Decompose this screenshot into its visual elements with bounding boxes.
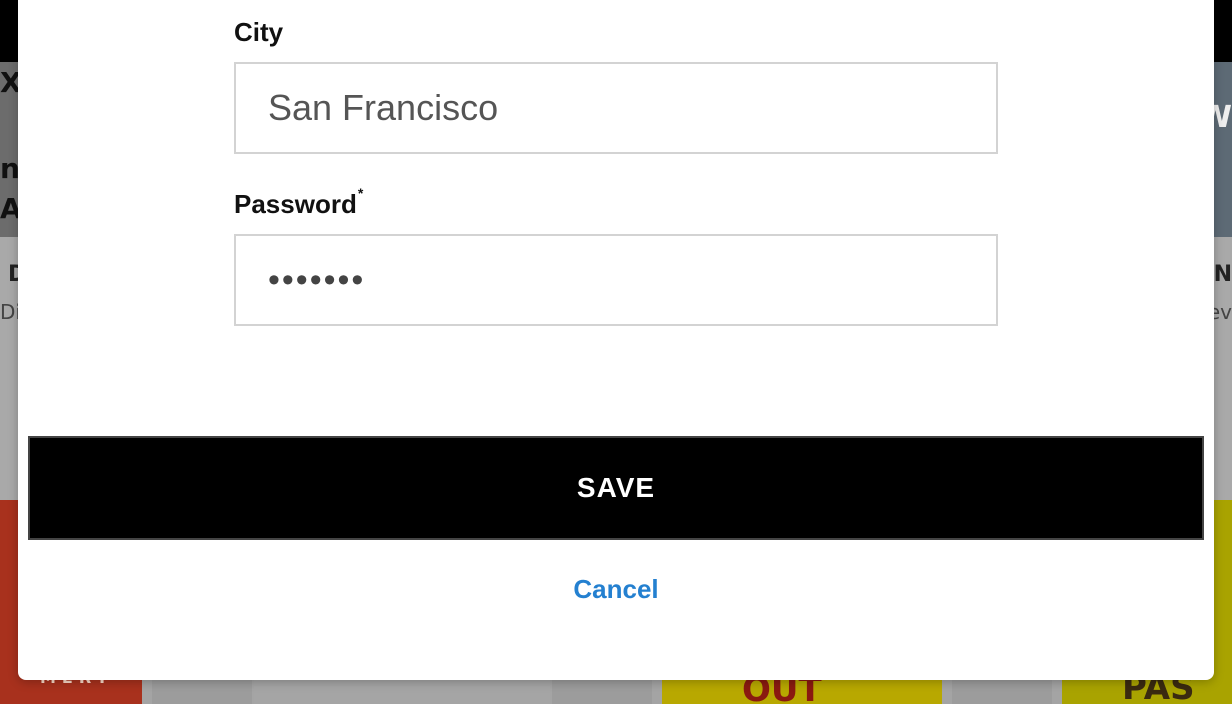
save-button[interactable]: SAVE — [28, 436, 1204, 540]
background-glyph: n — [0, 152, 20, 185]
city-input[interactable] — [234, 62, 998, 154]
background-card-image-left: X n A — [0, 62, 22, 237]
edit-profile-modal: City Password* SAVE Cancel — [18, 0, 1214, 680]
required-asterisk: * — [357, 185, 364, 201]
password-label: Password* — [234, 185, 363, 220]
city-label: City — [234, 17, 283, 48]
background-card-image-right: W — [1199, 62, 1232, 237]
password-label-text: Password — [234, 189, 357, 219]
cancel-link[interactable]: Cancel — [18, 574, 1214, 605]
city-label-text: City — [234, 17, 284, 47]
background-card-title: N — [1213, 262, 1232, 287]
password-input[interactable] — [234, 234, 998, 326]
